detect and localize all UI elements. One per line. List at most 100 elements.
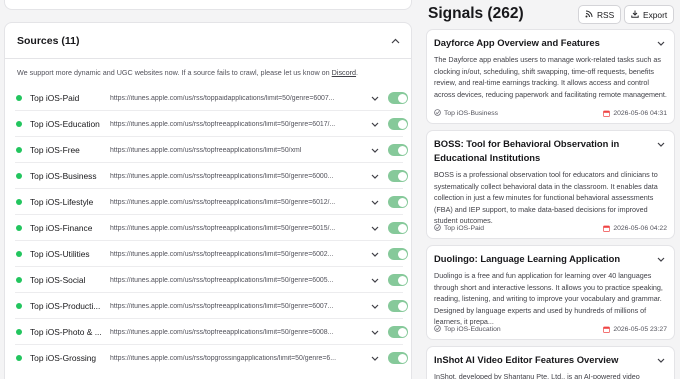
status-dot bbox=[16, 355, 22, 361]
status-dot bbox=[16, 121, 22, 127]
sources-note: We support more dynamic and UGC websites… bbox=[5, 66, 411, 80]
status-dot bbox=[16, 173, 22, 179]
chevron-down-icon[interactable] bbox=[369, 274, 381, 286]
signal-summary: InShot, developed by Shantanu Pte. Ltd.,… bbox=[434, 372, 640, 379]
signal-footer: Top iOS-Paid 2026-05-06 04:22 bbox=[434, 222, 667, 234]
sources-note-text: We support more dynamic and UGC websites… bbox=[17, 68, 332, 77]
signal-title: InShot AI Video Editor Features Overview bbox=[434, 354, 619, 365]
source-toggle[interactable] bbox=[388, 248, 408, 260]
source-name: Top iOS-Paid bbox=[30, 93, 80, 103]
signal-card[interactable]: Duolingo: Language Learning Application … bbox=[426, 245, 675, 340]
source-url: https://itunes.apple.com/us/rss/topgross… bbox=[110, 354, 336, 362]
signal-summary: Duolingo is a free and fun application f… bbox=[434, 271, 663, 327]
source-row[interactable]: Top iOS-Grossing https://itunes.apple.co… bbox=[5, 345, 411, 371]
signal-footer: Top iOS-Business 2026-05-06 04:31 bbox=[434, 107, 667, 119]
status-dot bbox=[16, 225, 22, 231]
signal-card[interactable]: InShot AI Video Editor Features Overview… bbox=[426, 346, 675, 379]
sources-note-end: . bbox=[356, 68, 359, 77]
source-name: Top iOS-Finance bbox=[30, 223, 93, 233]
source-name: Top iOS-Education bbox=[30, 119, 100, 129]
chevron-down-icon[interactable] bbox=[369, 196, 381, 208]
chevron-down-icon[interactable] bbox=[655, 253, 667, 265]
discord-link[interactable]: Discord bbox=[332, 68, 356, 77]
source-icon bbox=[434, 108, 441, 118]
source-name: Top iOS-Business bbox=[30, 171, 97, 181]
export-button[interactable]: Export bbox=[624, 5, 675, 24]
status-dot bbox=[16, 303, 22, 309]
status-dot bbox=[16, 147, 22, 153]
signal-card[interactable]: Dayforce App Overview and Features The D… bbox=[426, 29, 675, 124]
chevron-down-icon[interactable] bbox=[369, 352, 381, 364]
source-row[interactable]: Top iOS-Photo & ... https://itunes.apple… bbox=[5, 319, 411, 345]
chevron-down-icon[interactable] bbox=[655, 354, 667, 366]
source-toggle[interactable] bbox=[388, 352, 408, 364]
chevron-down-icon[interactable] bbox=[369, 222, 381, 234]
chevron-down-icon[interactable] bbox=[369, 300, 381, 312]
source-url: https://itunes.apple.com/us/rss/topfreea… bbox=[110, 146, 302, 154]
source-url: https://itunes.apple.com/us/rss/topfreea… bbox=[110, 328, 334, 336]
signal-summary: BOSS is a professional observation tool … bbox=[434, 170, 658, 226]
source-row[interactable]: Top iOS-Business https://itunes.apple.co… bbox=[5, 163, 411, 189]
signals-title: Signals (262) bbox=[428, 5, 524, 22]
source-toggle[interactable] bbox=[388, 222, 408, 234]
source-row[interactable]: Top iOS-Paid https://itunes.apple.com/us… bbox=[5, 85, 411, 111]
chevron-down-icon[interactable] bbox=[655, 37, 667, 49]
chevron-down-icon[interactable] bbox=[369, 326, 381, 338]
source-toggle[interactable] bbox=[388, 196, 408, 208]
app-root: Sources (11) We support more dynamic and… bbox=[0, 0, 680, 379]
source-url: https://itunes.apple.com/us/rss/topfreea… bbox=[110, 302, 334, 310]
chevron-down-icon[interactable] bbox=[369, 170, 381, 182]
signal-date: 2026-05-06 04:22 bbox=[613, 224, 667, 232]
source-toggle[interactable] bbox=[388, 144, 408, 156]
calendar-icon bbox=[603, 326, 611, 333]
chevron-up-icon[interactable] bbox=[389, 35, 401, 47]
source-row[interactable]: Top iOS-Lifestyle https://itunes.apple.c… bbox=[5, 189, 411, 215]
source-toggle[interactable] bbox=[388, 118, 408, 130]
source-row[interactable]: Top iOS-Education https://itunes.apple.c… bbox=[5, 111, 411, 137]
source-url: https://itunes.apple.com/us/rss/topfreea… bbox=[110, 224, 336, 232]
source-row[interactable]: Top iOS-Producti... https://itunes.apple… bbox=[5, 293, 411, 319]
source-toggle[interactable] bbox=[388, 92, 408, 104]
calendar-icon bbox=[603, 225, 611, 232]
sources-header[interactable]: Sources (11) bbox=[5, 23, 411, 59]
chevron-down-icon[interactable] bbox=[369, 144, 381, 156]
source-toggle[interactable] bbox=[388, 326, 408, 338]
signal-summary: The Dayforce app enables users to manage… bbox=[434, 55, 667, 99]
status-dot bbox=[16, 199, 22, 205]
source-name: Top iOS-Grossing bbox=[30, 353, 97, 363]
source-url: https://itunes.apple.com/us/rss/topfreea… bbox=[110, 172, 334, 180]
signal-title: BOSS: Tool for Behavioral Observation in… bbox=[434, 138, 620, 163]
source-icon bbox=[434, 223, 441, 233]
chevron-down-icon[interactable] bbox=[369, 118, 381, 130]
source-name: Top iOS-Free bbox=[30, 145, 80, 155]
signal-card[interactable]: BOSS: Tool for Behavioral Observation in… bbox=[426, 130, 675, 239]
chevron-down-icon[interactable] bbox=[369, 92, 381, 104]
rss-button[interactable]: RSS bbox=[578, 5, 622, 24]
status-dot bbox=[16, 277, 22, 283]
sources-list: Top iOS-Paid https://itunes.apple.com/us… bbox=[5, 85, 411, 371]
source-row[interactable]: Top iOS-Free https://itunes.apple.com/us… bbox=[5, 137, 411, 163]
calendar-icon bbox=[603, 110, 611, 117]
source-name: Top iOS-Lifestyle bbox=[30, 197, 94, 207]
source-row[interactable]: Top iOS-Utilities https://itunes.apple.c… bbox=[5, 241, 411, 267]
previous-card-bottom bbox=[4, 0, 412, 10]
source-row[interactable]: Top iOS-Finance https://itunes.apple.com… bbox=[5, 215, 411, 241]
signal-title: Dayforce App Overview and Features bbox=[434, 37, 600, 48]
source-url: https://itunes.apple.com/us/rss/topfreea… bbox=[110, 120, 336, 128]
chevron-down-icon[interactable] bbox=[655, 138, 667, 150]
status-dot bbox=[16, 329, 22, 335]
source-url: https://itunes.apple.com/us/rss/topfreea… bbox=[110, 276, 334, 284]
source-toggle[interactable] bbox=[388, 274, 408, 286]
signal-date: 2026-05-05 23:27 bbox=[613, 325, 667, 333]
source-row[interactable]: Top iOS-Social https://itunes.apple.com/… bbox=[5, 267, 411, 293]
source-toggle[interactable] bbox=[388, 300, 408, 312]
source-name: Top iOS-Producti... bbox=[30, 301, 101, 311]
source-name: Top iOS-Utilities bbox=[30, 249, 90, 259]
source-url: https://itunes.apple.com/us/rss/toppaida… bbox=[110, 94, 335, 102]
download-icon bbox=[631, 10, 639, 20]
status-dot bbox=[16, 251, 22, 257]
signals-header: Signals (262) RSS Export bbox=[428, 0, 676, 30]
chevron-down-icon[interactable] bbox=[369, 248, 381, 260]
rss-icon bbox=[585, 10, 593, 20]
source-toggle[interactable] bbox=[388, 170, 408, 182]
